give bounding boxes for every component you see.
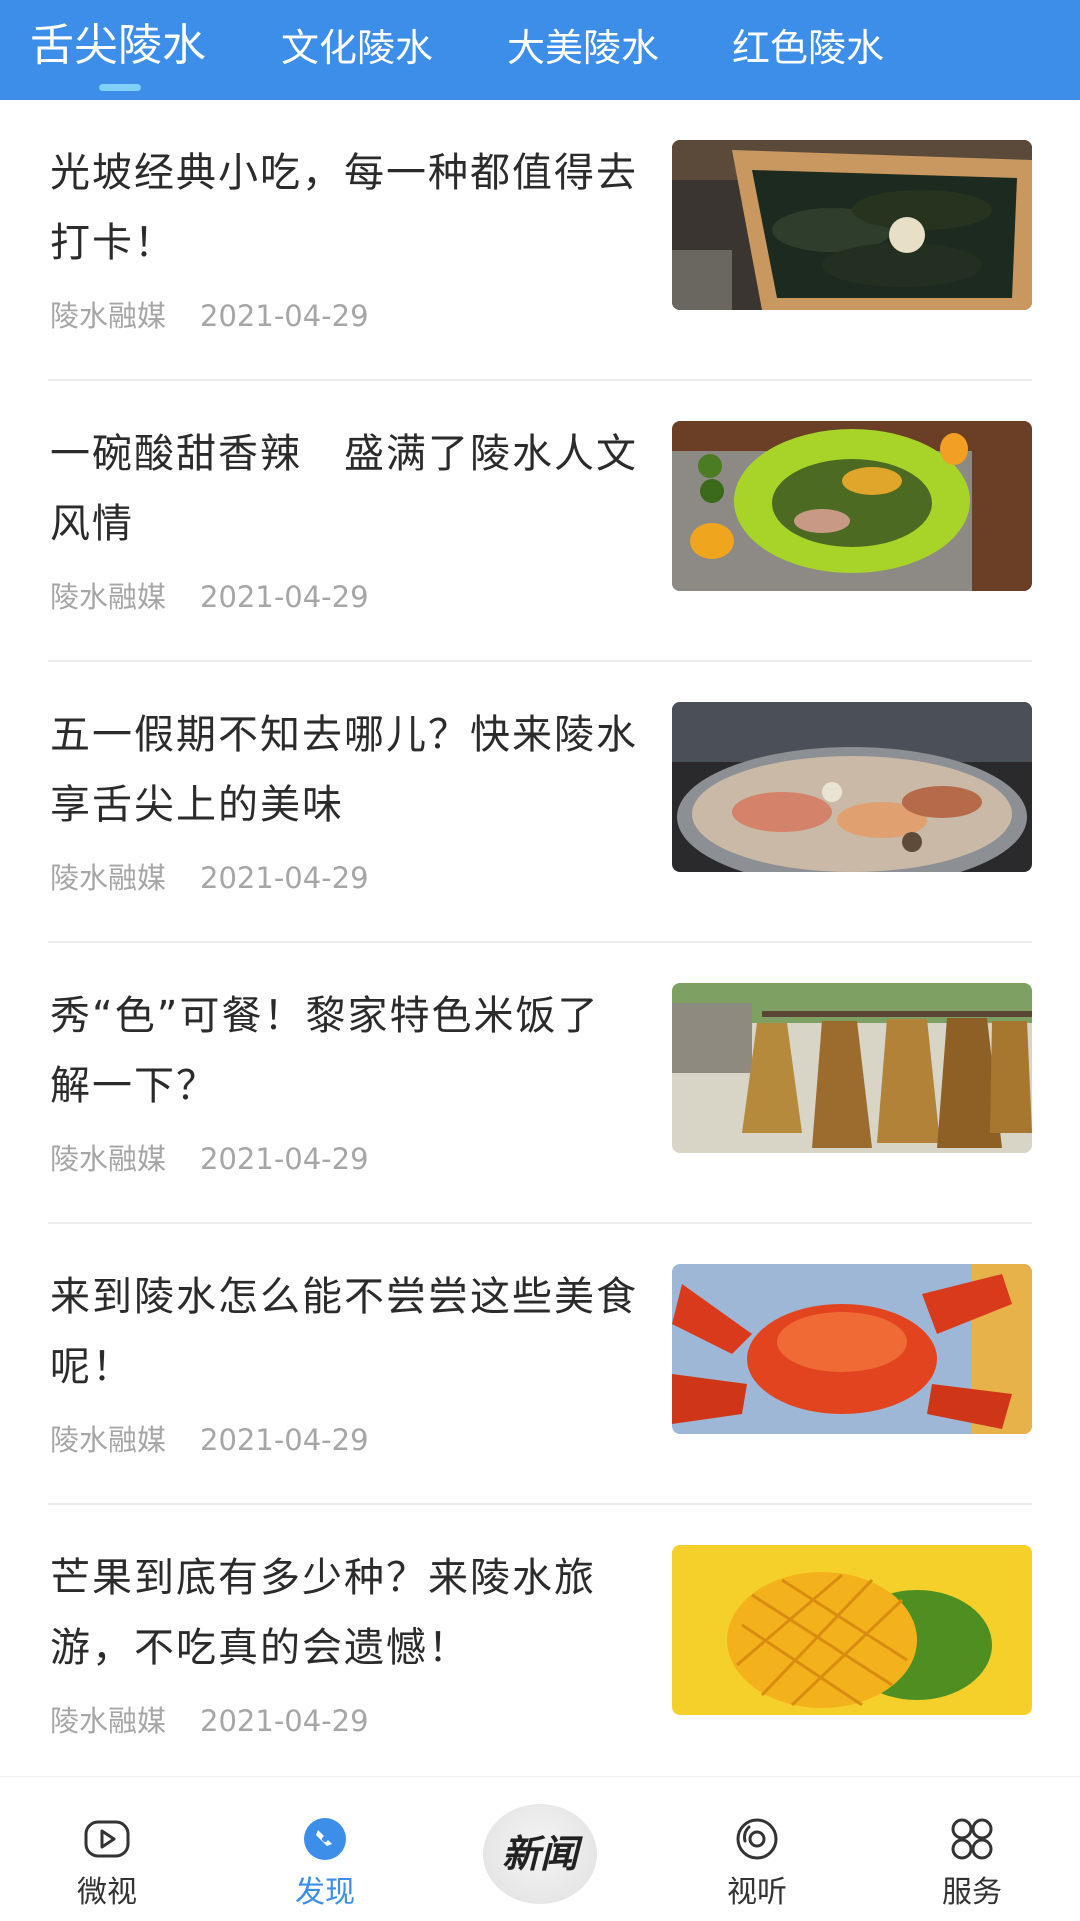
article-date: 2021-04-29 bbox=[200, 861, 369, 895]
article-item[interactable]: 来到陵水怎么能不尝尝这些美食呢！ 陵水融媒 2021-04-29 bbox=[48, 1224, 1032, 1505]
article-thumbnail-salad-plate bbox=[672, 421, 1032, 591]
article-item[interactable]: 五一假期不知去哪儿？快来陵水享舌尖上的美味 陵水融媒 2021-04-29 bbox=[48, 662, 1032, 943]
nav-fuwu-label: 服务 bbox=[942, 1875, 1002, 1910]
active-tab-indicator bbox=[99, 84, 141, 91]
article-meta: 陵水融媒 2021-04-29 bbox=[50, 296, 369, 336]
audio-visual-icon bbox=[736, 1818, 778, 1860]
article-date: 2021-04-29 bbox=[200, 580, 369, 614]
article-meta: 陵水融媒 2021-04-29 bbox=[50, 858, 369, 898]
nav-xinwen-label: 新闻 bbox=[501, 1831, 578, 1876]
article-title: 光坡经典小吃，每一种都值得去打卡！ bbox=[50, 150, 638, 266]
article-source: 陵水融媒 bbox=[50, 580, 167, 614]
article-list: 光坡经典小吃，每一种都值得去打卡！ 陵水融媒 2021-04-29 一碗酸甜香辣 … bbox=[0, 100, 1080, 1786]
article-date: 2021-04-29 bbox=[200, 299, 369, 333]
article-thumbnail-sea-cucumber bbox=[672, 140, 1032, 310]
tab-hongse-lingshui[interactable]: 红色陵水 bbox=[732, 22, 884, 74]
article-thumbnail-mango bbox=[672, 1545, 1032, 1715]
video-play-icon bbox=[84, 1820, 130, 1858]
compass-icon bbox=[304, 1818, 346, 1860]
services-grid-icon bbox=[951, 1818, 993, 1860]
article-thumbnail-seafood-hotpot bbox=[672, 702, 1032, 872]
article-item[interactable]: 秀“色”可餐！黎家特色米饭了解一下？ 陵水融媒 2021-04-29 bbox=[48, 943, 1032, 1224]
nav-shiting[interactable]: 视听 bbox=[677, 1777, 837, 1921]
nav-fuwu[interactable]: 服务 bbox=[892, 1777, 1052, 1921]
article-meta: 陵水融媒 2021-04-29 bbox=[50, 1139, 369, 1179]
article-title: 一碗酸甜香辣 盛满了陵水人文风情 bbox=[50, 431, 638, 547]
article-thumbnail-red-crab bbox=[672, 1264, 1032, 1434]
nav-xinwen-button[interactable]: 新闻 bbox=[483, 1804, 597, 1904]
article-source: 陵水融媒 bbox=[50, 861, 167, 895]
article-item[interactable]: 一碗酸甜香辣 盛满了陵水人文风情 陵水融媒 2021-04-29 bbox=[48, 381, 1032, 662]
article-source: 陵水融媒 bbox=[50, 1423, 167, 1457]
article-title: 芒果到底有多少种？来陵水旅游，不吃真的会遗憾！ bbox=[50, 1555, 596, 1671]
article-thumbnail-rice-sheaves bbox=[672, 983, 1032, 1153]
article-item[interactable]: 光坡经典小吃，每一种都值得去打卡！ 陵水融媒 2021-04-29 bbox=[48, 100, 1032, 381]
article-meta: 陵水融媒 2021-04-29 bbox=[50, 577, 369, 617]
top-tab-bar: 舌尖陵水 文化陵水 大美陵水 红色陵水 bbox=[0, 0, 1080, 100]
article-title: 五一假期不知去哪儿？快来陵水享舌尖上的美味 bbox=[50, 712, 638, 828]
article-title: 秀“色”可餐！黎家特色米饭了解一下？ bbox=[50, 993, 600, 1109]
article-source: 陵水融媒 bbox=[50, 1704, 167, 1738]
article-source: 陵水融媒 bbox=[50, 1142, 167, 1176]
nav-weishi[interactable]: 微视 bbox=[27, 1777, 187, 1921]
article-item[interactable]: 芒果到底有多少种？来陵水旅游，不吃真的会遗憾！ 陵水融媒 2021-04-29 bbox=[48, 1505, 1032, 1786]
nav-weishi-label: 微视 bbox=[77, 1875, 137, 1910]
tab-shejian-lingshui[interactable]: 舌尖陵水 bbox=[30, 20, 206, 72]
article-title: 来到陵水怎么能不尝尝这些美食呢！ bbox=[50, 1274, 638, 1390]
article-date: 2021-04-29 bbox=[200, 1423, 369, 1457]
nav-faxian[interactable]: 发现 bbox=[245, 1777, 405, 1921]
article-date: 2021-04-29 bbox=[200, 1142, 369, 1176]
tab-damei-lingshui[interactable]: 大美陵水 bbox=[507, 22, 659, 74]
nav-faxian-label: 发现 bbox=[295, 1875, 355, 1910]
article-date: 2021-04-29 bbox=[200, 1704, 369, 1738]
article-meta: 陵水融媒 2021-04-29 bbox=[50, 1701, 369, 1741]
tab-wenhua-lingshui[interactable]: 文化陵水 bbox=[281, 22, 433, 74]
nav-shiting-label: 视听 bbox=[727, 1875, 787, 1910]
article-source: 陵水融媒 bbox=[50, 299, 167, 333]
article-meta: 陵水融媒 2021-04-29 bbox=[50, 1420, 369, 1460]
